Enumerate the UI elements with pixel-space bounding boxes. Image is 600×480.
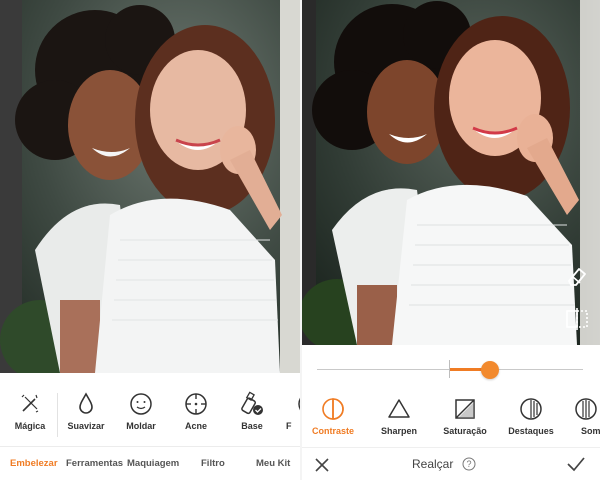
tab-meu-kit[interactable]: Meu Kit bbox=[256, 458, 290, 469]
enhance-panel: Contraste Sharpen Saturação Destaques So… bbox=[302, 0, 600, 480]
adjust-label: Contraste bbox=[311, 426, 354, 436]
slider-thumb[interactable] bbox=[480, 361, 499, 379]
partial-tool-icon bbox=[298, 397, 300, 411]
photo-edge bbox=[578, 0, 600, 345]
tool-label: Base bbox=[241, 421, 263, 431]
tools-separator bbox=[57, 393, 58, 437]
tool-label: Mágica bbox=[14, 421, 46, 431]
tool-label: Suavizar bbox=[67, 421, 105, 431]
triangle-icon bbox=[388, 399, 410, 418]
tool-label: Moldar bbox=[126, 421, 156, 431]
tab-embelezar[interactable]: Embelezar bbox=[10, 458, 58, 469]
intensity-slider bbox=[302, 345, 600, 393]
adjust-contraste[interactable]: Contraste bbox=[302, 397, 366, 436]
portrait-photo bbox=[0, 0, 300, 373]
eraser-icon[interactable] bbox=[564, 263, 590, 289]
saturation-icon bbox=[455, 399, 475, 419]
tool-base[interactable]: Base bbox=[226, 391, 278, 439]
foundation-bottle-icon bbox=[241, 391, 263, 415]
drop-icon bbox=[79, 392, 93, 414]
compare-icon[interactable] bbox=[564, 306, 590, 332]
adjust-saturacao[interactable]: Saturação bbox=[432, 397, 498, 436]
tool-label: F bbox=[286, 421, 292, 431]
tool-acne[interactable]: Acne bbox=[170, 391, 222, 439]
tab-maquiagem[interactable]: Maquiagem bbox=[127, 458, 179, 469]
close-icon[interactable] bbox=[314, 457, 330, 473]
adjust-som[interactable]: Som bbox=[564, 397, 600, 436]
photo-preview-enhanced bbox=[302, 0, 600, 345]
adjustments-row: Contraste Sharpen Saturação Destaques So… bbox=[302, 393, 600, 443]
magic-wand-icon bbox=[21, 394, 39, 413]
tab-filtro[interactable]: Filtro bbox=[201, 458, 225, 469]
tool-magica[interactable]: Mágica bbox=[4, 391, 56, 439]
beautify-tools-row: Mágica Suavizar Moldar Acne Base F bbox=[0, 373, 300, 447]
photo-preview-original bbox=[0, 0, 300, 373]
tool-partial[interactable]: F bbox=[282, 391, 300, 439]
help-icon[interactable]: ? bbox=[462, 457, 476, 471]
face-icon bbox=[130, 393, 152, 415]
tool-label: Acne bbox=[184, 421, 207, 431]
tool-suavizar[interactable]: Suavizar bbox=[60, 391, 112, 439]
crosshair-icon bbox=[185, 393, 207, 415]
action-title: Realçar bbox=[412, 457, 454, 471]
tool-moldar[interactable]: Moldar bbox=[115, 391, 167, 439]
adjust-label: Sharpen bbox=[380, 426, 417, 436]
bottom-nav: Embelezar Ferramentas Maquiagem Filtro M… bbox=[0, 448, 300, 480]
tab-ferramentas[interactable]: Ferramentas bbox=[66, 458, 123, 469]
contrast-icon bbox=[322, 398, 344, 420]
checkmark-icon[interactable] bbox=[566, 456, 586, 472]
adjust-sharpen[interactable]: Sharpen bbox=[366, 397, 432, 436]
beautify-panel: Mágica Suavizar Moldar Acne Base F Embel… bbox=[0, 0, 300, 480]
adjust-label: Saturação bbox=[443, 426, 487, 436]
adjust-label: Destaques bbox=[508, 426, 554, 436]
svg-text:?: ? bbox=[466, 459, 471, 469]
adjust-label: Som bbox=[581, 426, 600, 436]
shadows-icon bbox=[575, 398, 597, 420]
action-bar: Realçar ? bbox=[302, 447, 600, 480]
portrait-photo-enhanced bbox=[302, 0, 600, 345]
highlights-icon bbox=[520, 398, 542, 420]
adjust-destaques[interactable]: Destaques bbox=[498, 397, 564, 436]
